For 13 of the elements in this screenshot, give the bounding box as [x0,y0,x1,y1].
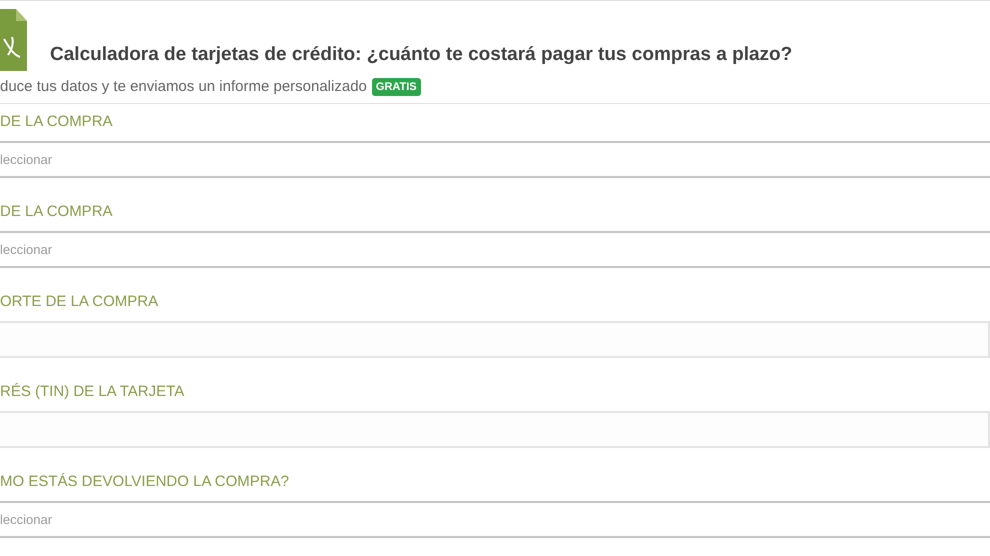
field-label: RÉS (TIN) DE LA TARJETA [0,382,184,402]
page-title: Calculadora de tarjetas de crédito: ¿cuánto te costará pagar tus compras a plazo? [50,42,792,66]
field-label: ORTE DE LA COMPRA [0,292,158,312]
field-label: MO ESTÁS DEVOLVIENDO LA COMPRA? [0,472,289,492]
select-field[interactable]: leccionar [0,231,990,268]
free-badge: GRATIS [372,78,421,96]
input-field[interactable] [0,321,990,358]
input-field[interactable] [0,411,990,448]
field-label: DE LA COMPRA [0,112,113,132]
field-label: DE LA COMPRA [0,202,113,222]
select-field[interactable]: leccionar [0,141,990,178]
select-field[interactable]: leccionar [0,501,990,538]
subtitle: duce tus datos y te enviamos un informe personalizado [0,76,367,97]
